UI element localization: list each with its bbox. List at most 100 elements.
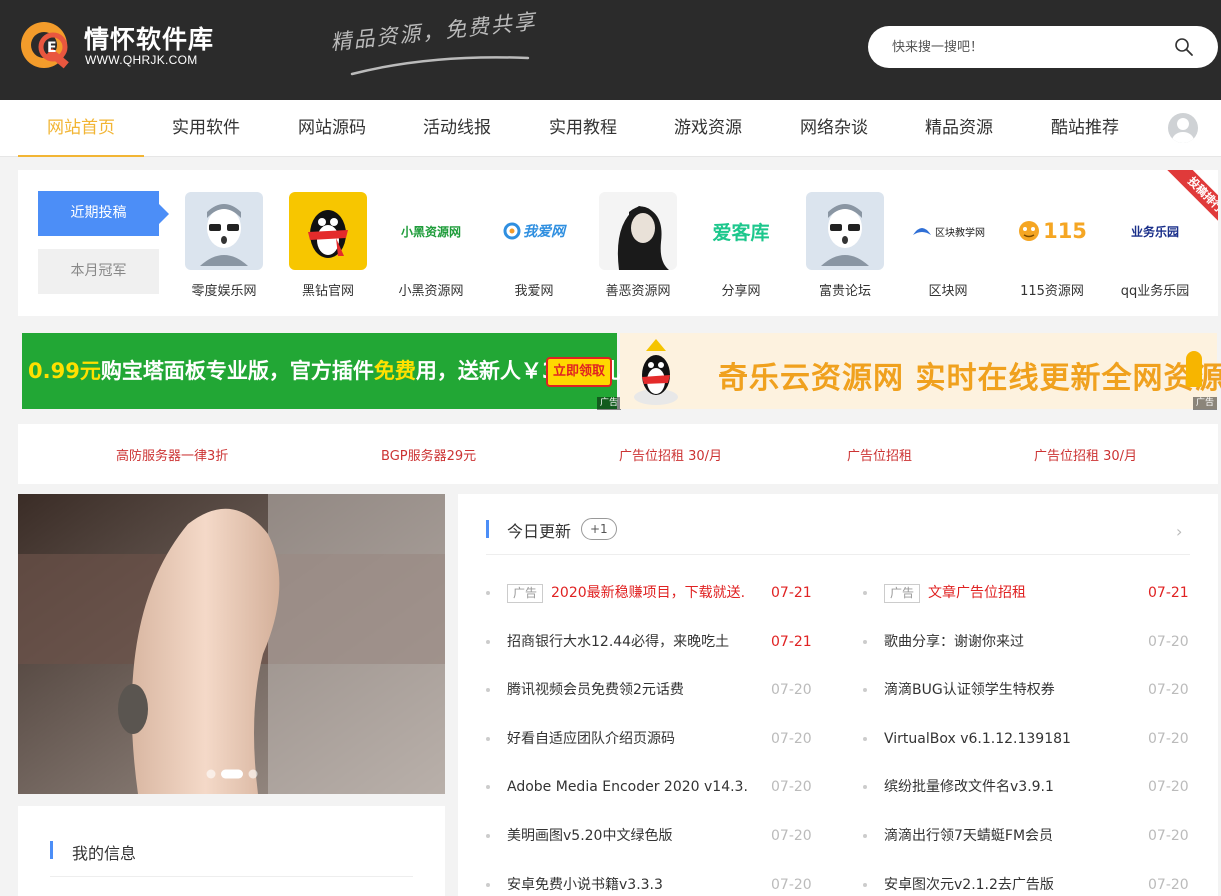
banner-qiyue-text: 奇乐云资源网 实时在线更新全网资源 [718,361,1221,396]
update-list-item[interactable]: VirtualBox v6.1.12.139181 [884,728,1071,750]
update-list-item[interactable]: 腾讯视频会员免费领2元话费 [507,679,684,701]
site-card[interactable]: 善恶资源网 [586,192,690,299]
site-card[interactable]: 小黑资源网 小黑资源网 [379,192,483,300]
site-logo-icon[interactable]: E [18,17,74,73]
update-title-link[interactable]: VirtualBox v6.1.12.139181 [884,728,1071,750]
update-list-item[interactable]: 广告 文章广告位招租 [884,582,1026,604]
update-date: 07-20 [1148,633,1189,650]
section-marker [486,520,489,538]
site-card[interactable]: 黑钻官网 [276,192,380,299]
update-title-link[interactable]: Adobe Media Encoder 2020 v14.3. [507,776,748,798]
update-title-link[interactable]: 安卓图次元v2.1.2去广告版 [884,874,1054,896]
nav-item-games[interactable]: 游戏资源 [645,100,771,157]
ad-tag-badge: 广告 [507,583,544,603]
nav-item-source-code[interactable]: 网站源码 [269,100,395,157]
update-title-link[interactable]: 腾讯视频会员免费领2元话费 [507,679,684,701]
aikeku-logo-icon: 爱客库 [712,221,770,244]
slider-photo [18,494,445,794]
search-icon[interactable] [1174,37,1194,57]
nav-item-deals[interactable]: 活动线报 [394,100,520,157]
tab-monthly-champion[interactable]: 本月冠军 [38,249,159,294]
nav-item-tutorials[interactable]: 实用教程 [520,100,646,157]
site-card[interactable]: 零度娱乐网 [172,192,276,299]
update-list-item[interactable]: 招商银行大水12.44必得，来晚吃土 [507,631,729,653]
update-date: 07-20 [771,876,812,893]
claim-now-button[interactable]: 立即领取 [546,357,612,387]
update-date: 07-20 [771,682,812,699]
chevron-right-icon[interactable]: › [1176,522,1182,541]
nav-item-home[interactable]: 网站首页 [18,100,144,157]
list-bullet [486,639,490,644]
tab-recent-submissions[interactable]: 近期投稿 [38,191,169,236]
update-title-link[interactable]: 美明画图v5.20中文绿色版 [507,825,672,847]
slider-dots[interactable] [205,768,265,780]
update-title-link[interactable]: 文章广告位招租 [928,582,1026,604]
image-slider[interactable] [18,494,445,794]
text-ad-link[interactable]: 广告位招租 [847,445,912,464]
update-list-item[interactable]: 广告 2020最新稳赚项目，下载就送. [507,582,745,604]
ad-label: 广告 [1192,397,1217,410]
site-card[interactable]: 富贵论坛 [793,192,897,299]
update-list-item[interactable]: 滴滴出行领7天蜻蜓FM会员 [884,825,1053,847]
penguin-mascot-icon [634,339,678,405]
update-list-item[interactable]: 滴滴BUG认证领学生特权券 [884,679,1055,701]
update-list-item[interactable]: 安卓图次元v2.1.2去广告版 [884,874,1054,896]
list-bullet [863,834,867,838]
list-bullet [486,591,490,595]
update-title-link[interactable]: 招商银行大水12.44必得，来晚吃土 [507,631,729,653]
text-ad-link[interactable]: 高防服务器一律3折 [116,445,228,464]
thumb-up-icon [1186,351,1202,387]
svg-text:E: E [47,40,57,56]
update-list-item[interactable]: 缤纷批量修改文件名v3.9.1 [884,776,1054,798]
penguin-logo-icon [289,192,367,270]
update-date: 07-20 [1148,876,1189,893]
text-ad-link[interactable]: 广告位招租 30/月 [1034,445,1137,464]
text-ad-link[interactable]: 广告位招租 30/月 [619,445,722,464]
cartoon-avatar-icon [806,192,884,270]
text-ad-link[interactable]: BGP服务器29元 [381,445,476,464]
section-marker [50,841,53,859]
nav-item-premium[interactable]: 精品资源 [896,100,1022,157]
update-count-badge: +1 [581,518,617,540]
list-bullet [486,736,490,741]
update-title-link[interactable]: 歌曲分享：谢谢你来过 [884,631,1024,653]
update-list-item[interactable]: Adobe Media Encoder 2020 v14.3. [507,776,748,798]
update-list-item[interactable]: 美明画图v5.20中文绿色版 [507,825,672,847]
today-updates-title: 今日更新 [507,522,572,541]
list-bullet [863,736,867,741]
woai-logo-icon: 我爱网 [495,192,573,270]
update-title-link[interactable]: 好看自适应团队介绍页源码 [507,728,675,750]
update-title-link[interactable]: 安卓免费小说书籍v3.3.3 [507,874,663,896]
update-title-link[interactable]: 2020最新稳赚项目，下载就送. [551,582,745,604]
update-title-link[interactable]: 滴滴出行领7天蜻蜓FM会员 [884,825,1053,847]
update-date: 07-21 [1148,585,1189,601]
site-card[interactable]: 我爱网 我爱网 [482,192,586,299]
ad-banner-qiyue[interactable]: 奇乐云资源网 实时在线更新全网资源 广告 [620,333,1221,410]
site-card[interactable]: 区块教学网 区块网 [896,192,1000,299]
update-list-item[interactable]: 歌曲分享：谢谢你来过 [884,631,1024,653]
update-date: 07-20 [1148,730,1189,747]
site-card[interactable]: 115 115资源网 [1000,192,1104,299]
list-bullet [486,882,490,887]
slogan-swoosh-decoration [350,56,530,76]
submission-ranking-ribbon[interactable]: 投稿排行 [1158,170,1218,230]
update-date: 07-20 [1148,682,1189,699]
update-title-link[interactable]: 滴滴BUG认证领学生特权券 [884,679,1055,701]
update-title-link[interactable]: 缤纷批量修改文件名v3.9.1 [884,776,1054,798]
divider [486,554,1190,555]
ad-label: 广告 [596,397,621,410]
xiaohei-logo-icon: 小黑资源网 [400,224,461,239]
nav-item-cool-sites[interactable]: 酷站推荐 [1022,100,1148,157]
site-card[interactable]: 爱客库 分享网 [689,192,793,300]
update-list-item[interactable]: 好看自适应团队介绍页源码 [507,728,675,750]
nav-item-talk[interactable]: 网络杂谈 [771,100,897,157]
site-slogan: 精品资源，免费共享 [329,9,538,55]
search-input[interactable] [892,37,1162,57]
user-avatar-icon[interactable] [1168,113,1198,143]
update-list-item[interactable]: 安卓免费小说书籍v3.3.3 [507,874,663,896]
site-header: E 情怀软件库 WWW.QHRJK.COM 精品资源，免费共享 [0,0,1221,100]
nav-item-software[interactable]: 实用软件 [143,100,269,157]
list-bullet [486,834,490,838]
ad-banner-baota[interactable]: 0.99元购宝塔面板专业版，官方插件免费用，送新人￥3188礼包 广告 [22,333,642,410]
site-logo-title[interactable]: 情怀软件库 [84,20,214,56]
